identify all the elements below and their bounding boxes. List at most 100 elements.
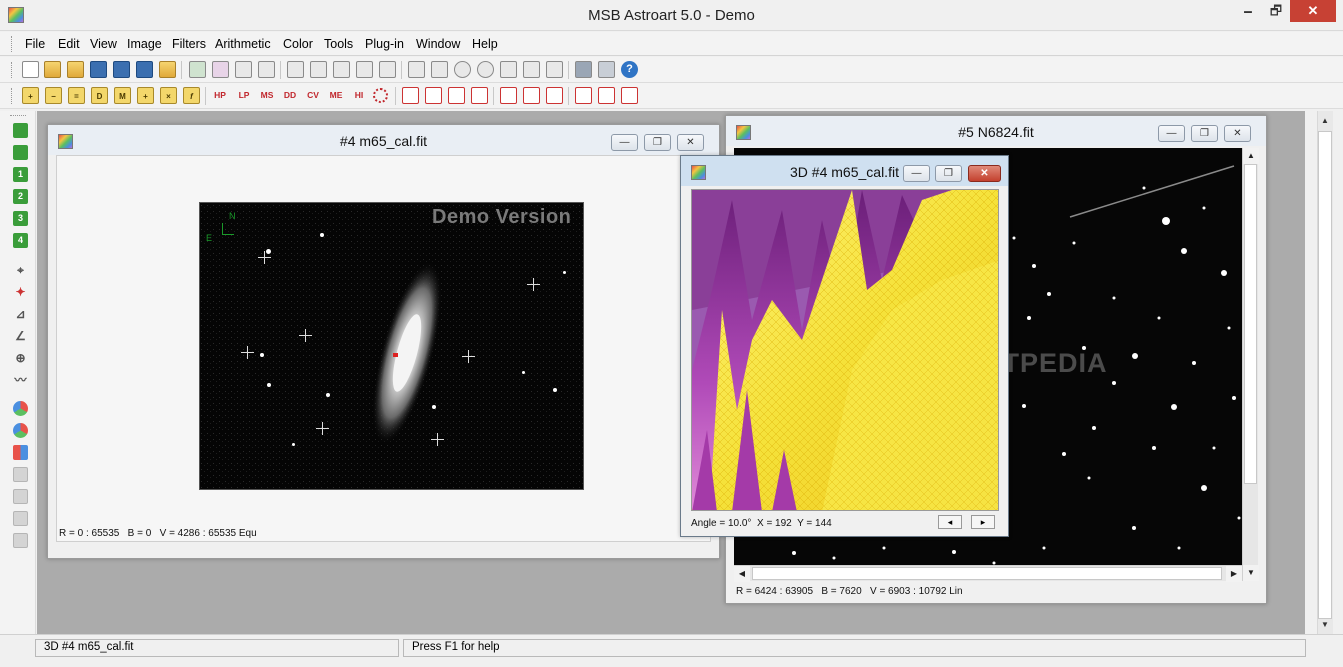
new-file-icon[interactable] bbox=[22, 61, 39, 78]
target-icon[interactable] bbox=[373, 88, 388, 103]
menu-file[interactable]: File bbox=[25, 37, 45, 51]
window-maximize-button[interactable]: ❐ bbox=[644, 134, 671, 151]
menu-color[interactable]: Color bbox=[283, 37, 313, 51]
flip-icon[interactable] bbox=[546, 87, 563, 104]
workspace-scrollbar[interactable]: ▲ ▼ bbox=[1305, 111, 1343, 634]
histogram-icon[interactable] bbox=[310, 61, 327, 78]
window-maximize-button[interactable]: ❐ bbox=[1191, 125, 1218, 142]
angle-tool-icon[interactable]: ∠ bbox=[13, 329, 28, 344]
menu-filters[interactable]: Filters bbox=[172, 37, 206, 51]
window-maximize-button[interactable]: ❐ bbox=[935, 165, 962, 182]
scroll-thumb[interactable] bbox=[1318, 131, 1332, 619]
play-icon[interactable] bbox=[13, 145, 28, 160]
window-title-bar[interactable]: 3D #4 m65_cal.fit — ❐ ✕ bbox=[681, 156, 1008, 186]
window-close-button[interactable]: ✕ bbox=[1224, 125, 1251, 142]
scroll-up-icon[interactable]: ▲ bbox=[1243, 148, 1259, 164]
channel-4-button[interactable]: 4 bbox=[13, 233, 28, 248]
maximize-button[interactable]: 🗗 bbox=[1262, 0, 1290, 22]
cut-icon[interactable] bbox=[212, 61, 229, 78]
scroll-left-icon[interactable]: ◀ bbox=[734, 566, 750, 582]
telescope-icon[interactable] bbox=[598, 61, 615, 78]
mark-tool-icon[interactable]: ✦ bbox=[13, 285, 28, 300]
menu-tools[interactable]: Tools bbox=[324, 37, 353, 51]
tb-f-button[interactable]: f bbox=[183, 87, 200, 104]
low-pass-button[interactable]: LP bbox=[234, 87, 254, 104]
channel-2-button[interactable]: 2 bbox=[13, 189, 28, 204]
cursor-tool-icon[interactable]: ⌖ bbox=[13, 263, 28, 278]
window-title-bar[interactable]: #4 m65_cal.fit — ❐ ✕ bbox=[48, 125, 719, 155]
align-icon[interactable] bbox=[575, 61, 592, 78]
window-close-button[interactable]: ✕ bbox=[677, 134, 704, 151]
me-button[interactable]: ME bbox=[326, 87, 346, 104]
browse-icon[interactable] bbox=[159, 61, 176, 78]
horizontal-scrollbar[interactable]: ◀ ▶ bbox=[734, 565, 1242, 582]
galaxy-image[interactable]: Demo Version N E bbox=[199, 202, 584, 490]
menu-help[interactable]: Help bbox=[472, 37, 498, 51]
save-all-icon[interactable] bbox=[136, 61, 153, 78]
menu-window[interactable]: Window bbox=[416, 37, 460, 51]
refresh-icon[interactable] bbox=[189, 61, 206, 78]
close-button[interactable]: ✕ bbox=[1290, 0, 1336, 22]
monitor-icon[interactable] bbox=[500, 61, 517, 78]
plus-icon[interactable]: + bbox=[137, 87, 154, 104]
subtract-icon[interactable]: − bbox=[45, 87, 62, 104]
stop-icon[interactable] bbox=[13, 123, 28, 138]
minimize-button[interactable]: 🗕 bbox=[1234, 0, 1262, 22]
high-pass-button[interactable]: HP bbox=[210, 87, 230, 104]
ms-button[interactable]: MS bbox=[257, 87, 277, 104]
rotate-icon[interactable] bbox=[500, 87, 517, 104]
menu-edit[interactable]: Edit bbox=[58, 37, 80, 51]
scroll-down-icon[interactable]: ▼ bbox=[1243, 565, 1259, 581]
toolbar-grip[interactable] bbox=[11, 62, 14, 78]
resize-icon[interactable] bbox=[425, 87, 442, 104]
open-folder-alt-icon[interactable] bbox=[67, 61, 84, 78]
toolbar-grip[interactable] bbox=[11, 88, 14, 104]
tb-d-button[interactable]: D bbox=[91, 87, 108, 104]
color-balance-icon[interactable] bbox=[13, 423, 28, 438]
profile-icon[interactable] bbox=[333, 61, 350, 78]
scroll-right-icon[interactable]: ▶ bbox=[1226, 566, 1242, 582]
graph-tool-icon[interactable]: 〰 bbox=[13, 373, 28, 388]
rotate-left-icon[interactable] bbox=[523, 87, 540, 104]
help-icon[interactable]: ? bbox=[621, 61, 638, 78]
measure-tool-icon[interactable]: ⊿ bbox=[13, 307, 28, 322]
channel-1-button[interactable]: 1 bbox=[13, 167, 28, 182]
color-split-icon[interactable] bbox=[13, 445, 28, 460]
scroll-thumb[interactable] bbox=[752, 567, 1222, 580]
menu-arithmetic[interactable]: Arithmetic bbox=[215, 37, 271, 51]
save-icon[interactable] bbox=[90, 61, 107, 78]
toolbar-grip[interactable] bbox=[11, 36, 14, 52]
paste-icon[interactable] bbox=[258, 61, 275, 78]
fullscreen-icon[interactable] bbox=[546, 61, 563, 78]
window-minimize-button[interactable]: — bbox=[1158, 125, 1185, 142]
scroll-down-icon[interactable]: ▼ bbox=[1317, 617, 1333, 633]
eye-icon[interactable] bbox=[431, 61, 448, 78]
expand-icon[interactable] bbox=[448, 87, 465, 104]
scroll-thumb[interactable] bbox=[1244, 164, 1257, 484]
window-title-bar[interactable]: #5 N6824.fit — ❐ ✕ bbox=[726, 116, 1266, 146]
rotate-left-button[interactable]: ◂ bbox=[938, 515, 962, 529]
save-as-icon[interactable] bbox=[113, 61, 130, 78]
window-minimize-button[interactable]: — bbox=[611, 134, 638, 151]
image-canvas[interactable]: Demo Version N E R = 0 : 65535 B = 0 V =… bbox=[56, 155, 711, 542]
grid-2-icon[interactable] bbox=[575, 87, 592, 104]
channel-3-button[interactable]: 3 bbox=[13, 211, 28, 226]
clear-icon[interactable]: = bbox=[68, 87, 85, 104]
window-close-button[interactable]: ✕ bbox=[968, 165, 1001, 182]
grid-6-icon[interactable] bbox=[621, 87, 638, 104]
sigma-icon[interactable] bbox=[408, 61, 425, 78]
menu-view[interactable]: View bbox=[90, 37, 117, 51]
window-minimize-button[interactable]: — bbox=[903, 165, 930, 182]
add-icon[interactable]: + bbox=[22, 87, 39, 104]
menu-plug-in[interactable]: Plug-in bbox=[365, 37, 404, 51]
window-icon[interactable] bbox=[523, 61, 540, 78]
cv-button[interactable]: CV bbox=[303, 87, 323, 104]
star-icon[interactable] bbox=[356, 61, 373, 78]
vertical-scrollbar[interactable]: ▲ ▼ bbox=[1242, 148, 1259, 581]
hi-button[interactable]: HI bbox=[349, 87, 369, 104]
multiply-icon[interactable]: × bbox=[160, 87, 177, 104]
image-info-icon[interactable] bbox=[379, 61, 396, 78]
image-window-m65[interactable]: #4 m65_cal.fit — ❐ ✕ Demo Version N E R … bbox=[47, 124, 720, 559]
zoom-out-icon[interactable] bbox=[477, 61, 494, 78]
color-rgb-icon[interactable] bbox=[13, 401, 28, 416]
